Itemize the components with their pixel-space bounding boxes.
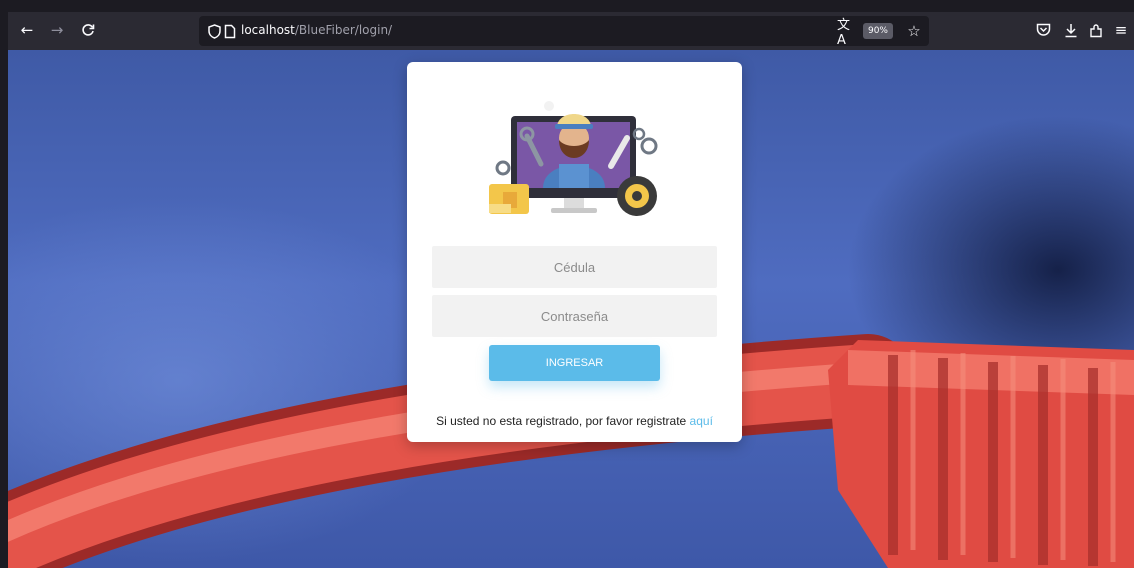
zoom-badge[interactable]: 90% <box>863 23 893 39</box>
mechanic-illustration <box>489 101 658 216</box>
reload-icon[interactable] <box>79 21 97 39</box>
download-icon[interactable] <box>1062 21 1080 39</box>
register-prompt: Si usted no esta registrado, por favor r… <box>407 414 742 428</box>
register-link[interactable]: aquí <box>690 414 713 428</box>
login-button[interactable]: INGRESAR <box>489 345 660 381</box>
url-bar[interactable]: localhost/BlueFiber/login/ 文A 90% ☆ <box>199 16 929 48</box>
url-host: localhost <box>241 23 295 37</box>
login-card: INGRESAR Si usted no esta registrado, po… <box>407 62 742 442</box>
pocket-icon[interactable] <box>1034 21 1052 39</box>
url-path: /BlueFiber/login/ <box>294 23 393 37</box>
back-arrow-icon[interactable]: ← <box>18 21 36 39</box>
menu-icon[interactable]: ≡ <box>1112 21 1130 39</box>
cedula-input[interactable] <box>432 246 717 288</box>
forward-arrow-icon[interactable]: → <box>48 21 66 39</box>
url-text[interactable]: localhost/BlueFiber/login/ <box>241 23 392 37</box>
page-viewport: INGRESAR Si usted no esta registrado, po… <box>8 50 1134 568</box>
translate-icon[interactable]: 文A <box>837 18 855 48</box>
star-icon[interactable]: ☆ <box>905 22 923 40</box>
password-input[interactable] <box>432 295 717 337</box>
extensions-icon[interactable] <box>1087 21 1105 39</box>
browser-toolbar: ← → localhost/BlueFiber/login/ 文A 90% ☆ … <box>8 12 1134 50</box>
register-text: Si usted no esta registrado, por favor r… <box>436 414 690 428</box>
page-icon <box>221 22 239 40</box>
